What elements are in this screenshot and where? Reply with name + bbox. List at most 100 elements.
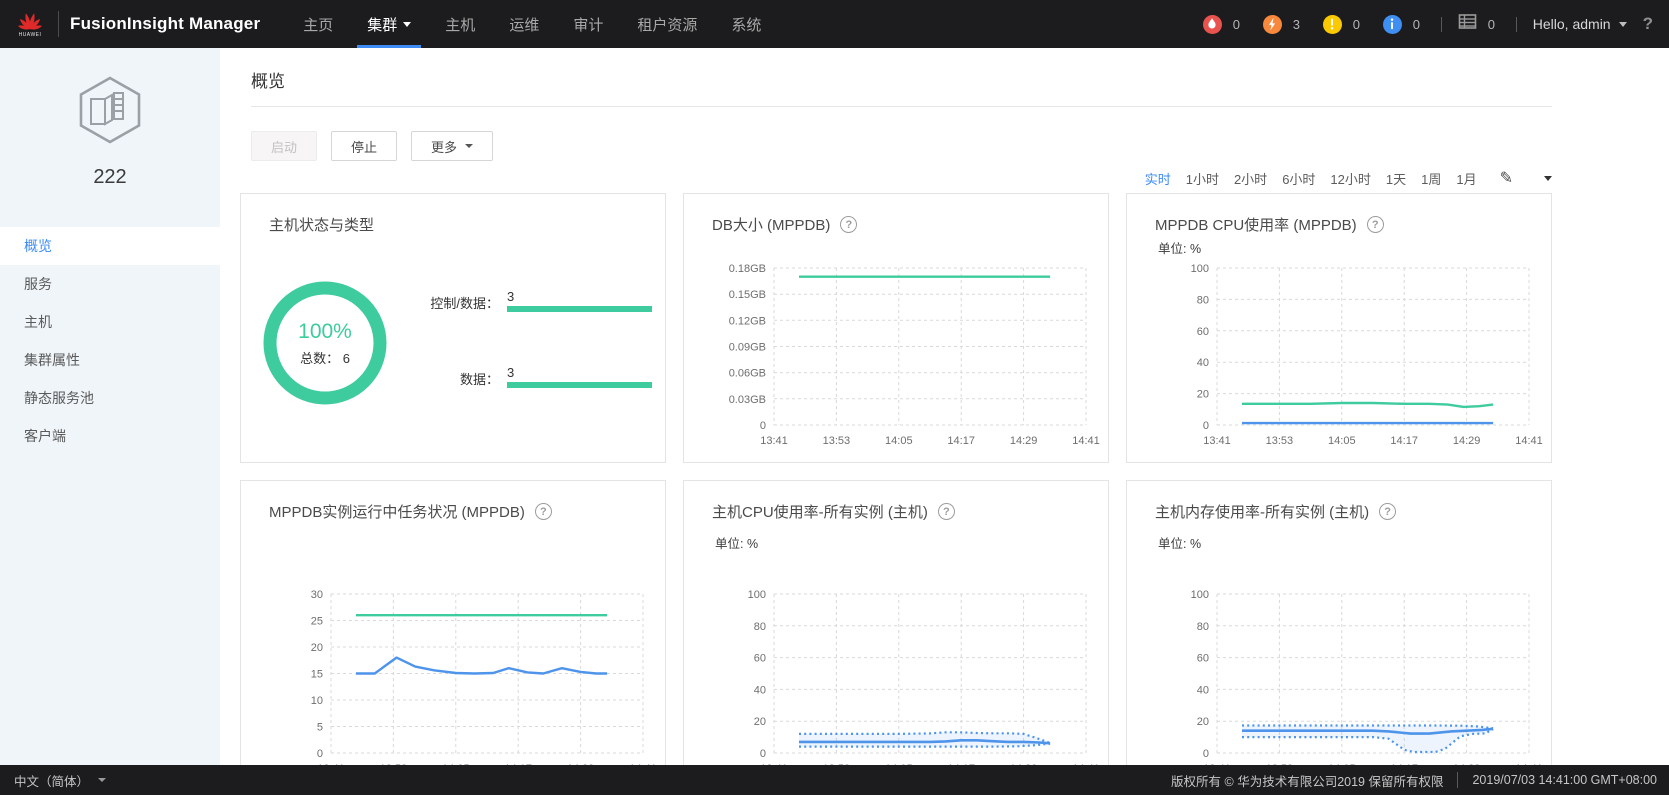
- time-range-4[interactable]: 12小时: [1330, 169, 1370, 188]
- chevron-down-icon: [1619, 22, 1627, 27]
- edit-pencil-icon[interactable]: ✎: [1500, 168, 1513, 188]
- svg-text:0.12GB: 0.12GB: [729, 315, 766, 327]
- svg-text:40: 40: [1197, 684, 1209, 696]
- healthy-percent: 100%: [298, 320, 352, 344]
- language-selector[interactable]: 中文（简体）: [14, 771, 106, 790]
- time-range-6[interactable]: 1周: [1421, 169, 1441, 188]
- svg-text:40: 40: [754, 684, 766, 696]
- alarm-minor[interactable]: 0: [1323, 15, 1365, 34]
- nav-tab-5[interactable]: 租户资源: [620, 0, 714, 48]
- line-chart-canvas: 0.18GB0.15GB0.12GB0.09GB0.06GB0.03GB013:…: [684, 260, 1110, 461]
- line-chart-canvas: 10080604020013:4113:5314:0514:1714:2914:…: [684, 586, 1110, 765]
- svg-text:80: 80: [754, 621, 766, 633]
- host-type-label: 控制/数据：: [407, 293, 499, 312]
- nav-tab-label: 租户资源: [637, 14, 697, 35]
- sidebar-item-4[interactable]: 静态服务池: [0, 379, 220, 417]
- toolbar: 启动 停止 更多: [251, 131, 1669, 161]
- sidebar-menu: 概览服务主机集群属性静态服务池客户端: [0, 227, 220, 455]
- host-type-bar: [507, 306, 652, 312]
- svg-text:0.06GB: 0.06GB: [729, 368, 766, 380]
- time-range-1[interactable]: 1小时: [1186, 169, 1219, 188]
- nav-tab-label: 运维: [509, 14, 539, 35]
- svg-text:14:05: 14:05: [885, 435, 913, 447]
- svg-text:60: 60: [1197, 326, 1209, 338]
- nav-tab-label: 集群: [367, 14, 397, 35]
- start-button[interactable]: 启动: [251, 131, 317, 161]
- line-chart-canvas: 10080604020013:4113:5314:0514:1714:2914:…: [1127, 586, 1553, 765]
- help-icon[interactable]: ?: [1367, 216, 1384, 233]
- card-title-text: 主机CPU使用率-所有实例 (主机): [712, 501, 928, 522]
- more-button[interactable]: 更多: [411, 131, 493, 161]
- chevron-down-icon[interactable]: [1544, 176, 1552, 181]
- nav-tab-6[interactable]: 系统: [714, 0, 778, 48]
- sidebar-item-0[interactable]: 概览: [0, 227, 220, 265]
- time-range-5[interactable]: 1天: [1386, 169, 1406, 188]
- sidebar-item-1[interactable]: 服务: [0, 265, 220, 303]
- svg-text:13:53: 13:53: [1266, 435, 1294, 447]
- language-label: 中文（简体）: [14, 771, 89, 790]
- stop-button[interactable]: 停止: [331, 131, 397, 161]
- alarm-major[interactable]: 3: [1263, 15, 1305, 34]
- navbar-right: 0 3 0 0 0 Hello, admin ?: [1185, 13, 1669, 35]
- svg-text:14:17: 14:17: [1390, 435, 1418, 447]
- svg-text:25: 25: [311, 616, 323, 628]
- divider: [1441, 17, 1442, 32]
- footer-datetime: 2019/07/03 14:41:00 GMT+08:00: [1472, 773, 1657, 787]
- svg-text:13:41: 13:41: [1203, 435, 1231, 447]
- card-title: MPPDB实例运行中任务状况 (MPPDB) ?: [241, 481, 665, 522]
- help-icon[interactable]: ?: [1643, 14, 1653, 34]
- nav-tab-3[interactable]: 运维: [492, 0, 556, 48]
- svg-text:100: 100: [1191, 589, 1209, 601]
- alarm-info[interactable]: 0: [1383, 15, 1425, 34]
- svg-text:0.15GB: 0.15GB: [729, 289, 766, 301]
- cluster-block: 222: [0, 48, 220, 189]
- time-range-2[interactable]: 2小时: [1234, 169, 1267, 188]
- svg-text:60: 60: [754, 653, 766, 665]
- time-range-0[interactable]: 实时: [1145, 169, 1171, 188]
- nav-tab-4[interactable]: 审计: [556, 0, 620, 48]
- time-range-items: 实时 1小时 2小时 6小时 12小时 1天 1周 1月: [1145, 169, 1477, 188]
- svg-text:20: 20: [754, 716, 766, 728]
- cluster-icon: [74, 132, 146, 149]
- time-range-3[interactable]: 6小时: [1282, 169, 1315, 188]
- card-mppdb-cpu: MPPDB CPU使用率 (MPPDB) ? 单位: % 10080604020…: [1126, 193, 1552, 463]
- svg-text:30: 30: [311, 589, 323, 601]
- nav-tab-1[interactable]: 集群: [350, 0, 428, 48]
- svg-text:0.09GB: 0.09GB: [729, 342, 766, 354]
- card-db-size: DB大小 (MPPDB) ? 0.18GB0.15GB0.12GB0.09GB0…: [683, 193, 1109, 463]
- nav-tab-label: 系统: [731, 14, 761, 35]
- footer-right: 版权所有 © 华为技术有限公司2019 保留所有权限 2019/07/03 14…: [1171, 771, 1657, 790]
- time-range-7[interactable]: 1月: [1456, 169, 1476, 188]
- nav-tab-2[interactable]: 主机: [428, 0, 492, 48]
- help-icon[interactable]: ?: [840, 216, 857, 233]
- help-icon[interactable]: ?: [938, 503, 955, 520]
- host-type-value: 3: [507, 366, 652, 379]
- alarm-count: 0: [1233, 17, 1245, 32]
- svg-text:5: 5: [317, 722, 323, 734]
- host-total: 总数： 6: [300, 348, 350, 367]
- host-type-valbar: 3: [507, 290, 652, 312]
- svg-text:0.18GB: 0.18GB: [729, 263, 766, 275]
- help-icon[interactable]: ?: [535, 503, 552, 520]
- alarm-count: 0: [1353, 17, 1365, 32]
- card-title: 主机CPU使用率-所有实例 (主机) ?: [684, 481, 1108, 522]
- sidebar-item-5[interactable]: 客户端: [0, 417, 220, 455]
- svg-text:0: 0: [1203, 420, 1209, 432]
- svg-text:80: 80: [1197, 294, 1209, 306]
- line-chart-canvas: 10080604020013:4113:5314:0514:1714:2914:…: [1127, 260, 1553, 461]
- svg-text:10: 10: [311, 695, 323, 707]
- user-menu[interactable]: Hello, admin: [1533, 16, 1627, 32]
- help-icon[interactable]: ?: [1379, 503, 1396, 520]
- sidebar-item-3[interactable]: 集群属性: [0, 341, 220, 379]
- time-range-selector: 实时 1小时 2小时 6小时 12小时 1天 1周 1月 ✎: [220, 167, 1552, 189]
- alarm-critical[interactable]: 0: [1203, 15, 1245, 34]
- app-title: FusionInsight Manager: [70, 14, 260, 34]
- task-list-button[interactable]: 0: [1458, 13, 1500, 35]
- nav-tab-0[interactable]: 主页: [286, 0, 350, 48]
- card-title-text: 主机内存使用率-所有实例 (主机): [1155, 501, 1369, 522]
- task-list-icon: [1458, 13, 1477, 35]
- chevron-down-icon: [465, 144, 473, 148]
- page-title: 概览: [220, 48, 1669, 92]
- card-title: 主机内存使用率-所有实例 (主机) ?: [1127, 481, 1551, 522]
- sidebar-item-2[interactable]: 主机: [0, 303, 220, 341]
